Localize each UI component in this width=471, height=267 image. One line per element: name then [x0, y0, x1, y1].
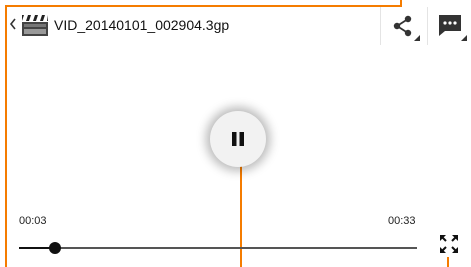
pause-button[interactable]	[210, 111, 266, 167]
seekbar[interactable]	[19, 240, 417, 256]
chat-button[interactable]	[427, 7, 471, 45]
elapsed-time: 00:03	[19, 215, 47, 227]
accent-line-bottom-right	[447, 257, 449, 267]
seek-thumb[interactable]	[48, 242, 61, 254]
fullscreen-button[interactable]	[438, 233, 460, 255]
fullscreen-icon	[440, 235, 458, 253]
video-clapperboard-icon[interactable]	[20, 11, 50, 39]
accent-line-left	[5, 6, 7, 267]
share-button[interactable]	[380, 7, 424, 45]
overflow-corner-icon	[414, 35, 420, 41]
video-title: VID_20140101_002904.3gp	[54, 17, 230, 33]
accent-line-right-top	[400, 0, 402, 7]
seek-track	[19, 247, 417, 249]
chevron-left-icon[interactable]	[8, 17, 18, 31]
action-bar: VID_20140101_002904.3gp	[7, 7, 471, 45]
overflow-corner-icon	[461, 35, 467, 41]
pause-icon	[232, 132, 244, 146]
total-duration: 00:33	[388, 215, 416, 227]
